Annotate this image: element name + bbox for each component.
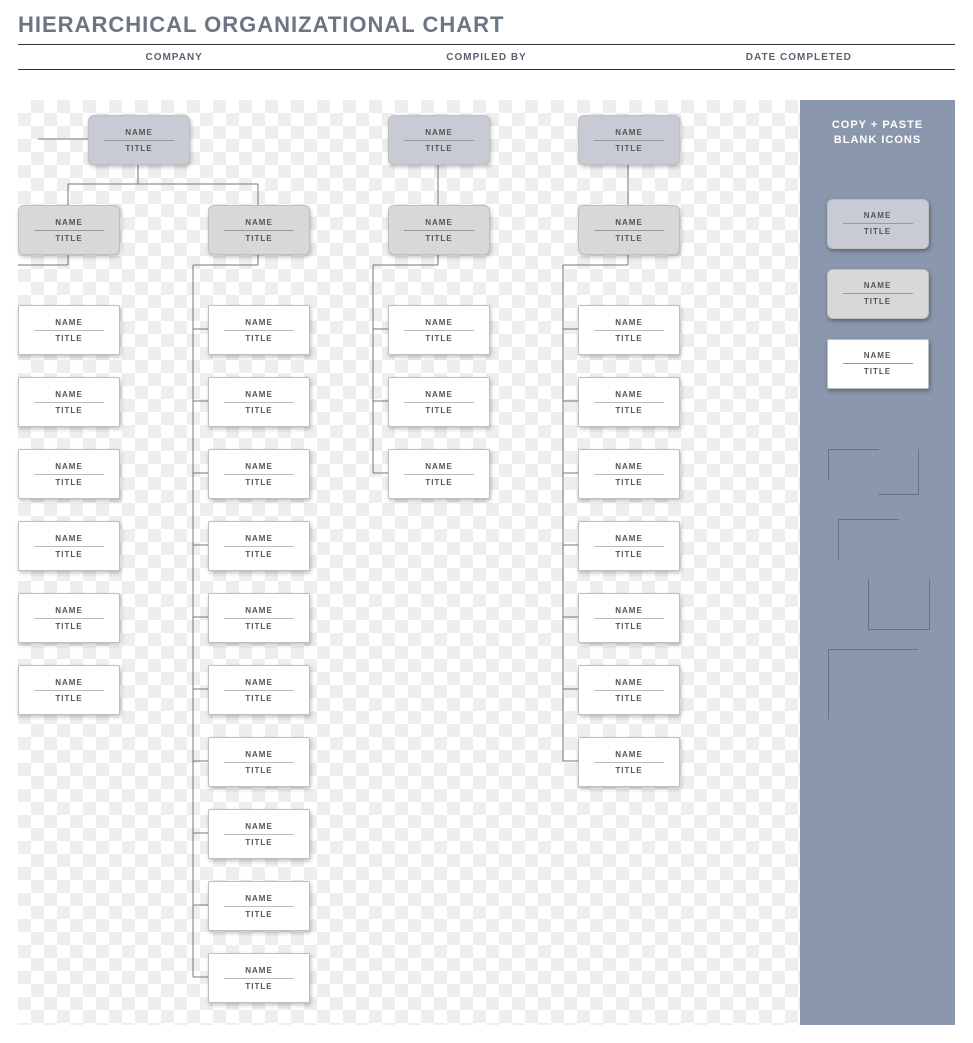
org-node-A2[interactable]: NAMETITLE [208, 205, 310, 255]
org-node-C[interactable]: NAMETITLE [578, 115, 680, 165]
org-node-A2h[interactable]: NAMETITLE [208, 809, 310, 859]
header-row: COMPANY COMPILED BY DATE COMPLETED [18, 44, 955, 70]
org-node-A1a[interactable]: NAMETITLE [18, 305, 120, 355]
org-node-A2f[interactable]: NAMETITLE [208, 665, 310, 715]
org-node-A1e[interactable]: NAMETITLE [18, 593, 120, 643]
org-node-B1[interactable]: NAMETITLE [388, 205, 490, 255]
org-node-A[interactable]: NAMETITLE [88, 115, 190, 165]
org-node-A1f[interactable]: NAMETITLE [18, 665, 120, 715]
org-node-C1c[interactable]: NAMETITLE [578, 449, 680, 499]
page-title: HIERARCHICAL ORGANIZATIONAL CHART [0, 0, 973, 44]
blank-icon-top[interactable]: NAMETITLE [827, 199, 929, 249]
org-node-A1c[interactable]: NAMETITLE [18, 449, 120, 499]
org-node-A1d[interactable]: NAMETITLE [18, 521, 120, 571]
header-compiled-by[interactable]: COMPILED BY [330, 45, 642, 69]
org-node-A2d[interactable]: NAMETITLE [208, 521, 310, 571]
blank-icon-leaf[interactable]: NAMETITLE [827, 339, 929, 389]
org-node-A2b[interactable]: NAMETITLE [208, 377, 310, 427]
org-node-A1[interactable]: NAMETITLE [18, 205, 120, 255]
org-node-C1b[interactable]: NAMETITLE [578, 377, 680, 427]
blank-icon-mid[interactable]: NAMETITLE [827, 269, 929, 319]
sidebar-title: COPY + PASTEBLANK ICONS [832, 118, 923, 149]
org-node-A2a[interactable]: NAMETITLE [208, 305, 310, 355]
org-node-C1a[interactable]: NAMETITLE [578, 305, 680, 355]
connector-samples [818, 449, 938, 749]
org-node-A2e[interactable]: NAMETITLE [208, 593, 310, 643]
org-node-C1g[interactable]: NAMETITLE [578, 737, 680, 787]
org-node-B1a[interactable]: NAMETITLE [388, 305, 490, 355]
org-node-B1b[interactable]: NAMETITLE [388, 377, 490, 427]
org-node-A2c[interactable]: NAMETITLE [208, 449, 310, 499]
header-company[interactable]: COMPANY [18, 45, 330, 69]
org-node-B1c[interactable]: NAMETITLE [388, 449, 490, 499]
org-node-A2g[interactable]: NAMETITLE [208, 737, 310, 787]
org-node-B[interactable]: NAMETITLE [388, 115, 490, 165]
org-node-A2i[interactable]: NAMETITLE [208, 881, 310, 931]
org-node-A2j[interactable]: NAMETITLE [208, 953, 310, 1003]
org-node-C1e[interactable]: NAMETITLE [578, 593, 680, 643]
org-chart-canvas[interactable]: NAMETITLE NAMETITLE NAMETITLE NAMETITLE NAME… [18, 100, 800, 1025]
sidebar-blank-icons: COPY + PASTEBLANK ICONS NAMETITLE NAMETI… [800, 100, 955, 1025]
header-date-completed[interactable]: DATE COMPLETED [643, 45, 955, 69]
org-node-C1d[interactable]: NAMETITLE [578, 521, 680, 571]
org-node-C1f[interactable]: NAMETITLE [578, 665, 680, 715]
org-node-C1[interactable]: NAMETITLE [578, 205, 680, 255]
org-node-A1b[interactable]: NAMETITLE [18, 377, 120, 427]
